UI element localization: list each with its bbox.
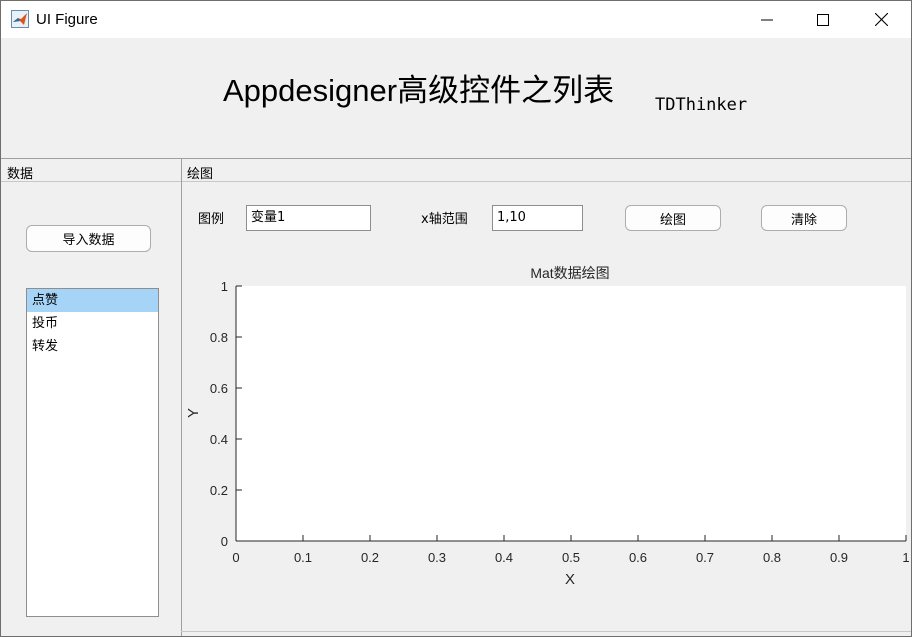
panel-header-border bbox=[1, 181, 911, 182]
x-tick-label: 0.4 bbox=[495, 550, 513, 565]
minimize-icon bbox=[761, 19, 773, 20]
list-item-coin[interactable]: 投币 bbox=[27, 312, 158, 335]
x-tick-label: 0.3 bbox=[428, 550, 446, 565]
matlab-logo-icon bbox=[11, 10, 29, 28]
app-window: UI Figure Appdesigner高级控件之列表 TDThinker 数… bbox=[0, 0, 912, 637]
minimize-button[interactable] bbox=[738, 1, 796, 38]
panel-top-border bbox=[1, 158, 911, 159]
plot-panel-title: 绘图 bbox=[187, 167, 214, 182]
legend-label: 图例 bbox=[198, 212, 225, 227]
y-tick-label: 1 bbox=[221, 279, 228, 294]
maximize-button[interactable] bbox=[794, 1, 852, 38]
maximize-icon bbox=[817, 13, 829, 26]
close-icon bbox=[874, 13, 888, 26]
chart-title: Mat数据绘图 bbox=[530, 265, 609, 281]
list-item-like[interactable]: 点赞 bbox=[27, 289, 158, 312]
window-title: UI Figure bbox=[36, 11, 98, 28]
x-tick-label: 1 bbox=[902, 550, 909, 565]
x-tick-label: 0.9 bbox=[830, 550, 848, 565]
y-tick-label: 0.2 bbox=[210, 483, 228, 498]
list-item-share[interactable]: 转发 bbox=[27, 335, 158, 358]
x-tick-label: 0.6 bbox=[629, 550, 647, 565]
import-data-button[interactable]: 导入数据 bbox=[26, 225, 151, 252]
clear-button[interactable]: 清除 bbox=[761, 205, 847, 231]
close-button[interactable] bbox=[852, 1, 910, 38]
xrange-input[interactable]: 1,10 bbox=[492, 205, 583, 231]
x-tick-label: 0.7 bbox=[696, 550, 714, 565]
x-axis-label: X bbox=[565, 571, 575, 588]
y-tick-label: 0.8 bbox=[210, 330, 228, 345]
x-tick-label: 0 bbox=[232, 550, 239, 565]
y-tick-label: 0.4 bbox=[210, 432, 228, 447]
title-bar: UI Figure bbox=[1, 1, 911, 38]
x-tick-label: 0.2 bbox=[361, 550, 379, 565]
y-tick-label: 0 bbox=[221, 534, 228, 549]
page-subtitle: TDThinker bbox=[655, 95, 748, 115]
data-listbox[interactable]: 点赞 投币 转发 bbox=[26, 288, 159, 617]
x-tick-label: 0.1 bbox=[294, 550, 312, 565]
legend-input[interactable]: 变量1 bbox=[246, 205, 371, 231]
plot-axes[interactable]: Mat数据绘图 X Y 0 0.1 0.2 0.3 0.4 0.5 0.6 0.7 0.8 0.9… bbox=[181, 256, 911, 596]
xrange-label: x轴范围 bbox=[421, 212, 468, 227]
page-title: Appdesigner高级控件之列表 bbox=[223, 73, 615, 108]
plot-button[interactable]: 绘图 bbox=[625, 205, 721, 231]
x-tick-label: 0.8 bbox=[763, 550, 781, 565]
x-tick-label: 0.5 bbox=[562, 550, 580, 565]
panel-bottom-border bbox=[181, 631, 911, 632]
data-panel-title: 数据 bbox=[7, 167, 34, 182]
axes-background bbox=[236, 286, 906, 541]
y-axis-label: Y bbox=[185, 408, 202, 418]
y-tick-label: 0.6 bbox=[210, 381, 228, 396]
